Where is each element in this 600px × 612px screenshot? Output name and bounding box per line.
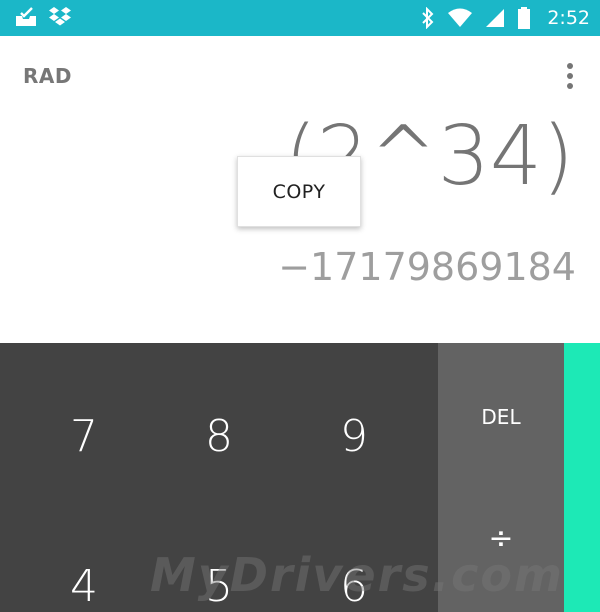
battery-icon — [517, 7, 531, 29]
numpad: 7 8 9 4 5 6 — [0, 343, 438, 612]
digit-6-button[interactable]: 6 — [304, 565, 404, 609]
inbox-check-icon — [14, 6, 38, 28]
divide-button[interactable]: ÷ — [438, 521, 564, 556]
result-display[interactable]: −17179869184 — [278, 248, 576, 286]
digit-4-button[interactable]: 4 — [34, 565, 134, 609]
digit-9-button[interactable]: 9 — [304, 415, 404, 459]
status-time: 2:52 — [547, 7, 590, 29]
overflow-menu-icon[interactable] — [564, 62, 576, 90]
wifi-icon — [447, 8, 473, 28]
delete-button[interactable]: DEL — [438, 405, 564, 429]
digit-5-button[interactable]: 5 — [169, 565, 269, 609]
keypad: 7 8 9 4 5 6 DEL ÷ — [0, 343, 600, 612]
copy-button[interactable]: COPY — [237, 156, 361, 227]
calculator-display: RAD (2^34) −17179869184 COPY — [0, 36, 600, 343]
status-bar: 2:52 — [0, 0, 600, 36]
advanced-panel-handle[interactable] — [564, 343, 600, 612]
bluetooth-icon — [421, 7, 435, 29]
digit-7-button[interactable]: 7 — [34, 415, 134, 459]
angle-mode-label[interactable]: RAD — [23, 64, 72, 88]
digit-8-button[interactable]: 8 — [169, 415, 269, 459]
calculator-screen: 2:52 RAD (2^34) −17179869184 COPY 7 8 9 … — [0, 0, 600, 612]
dropbox-icon — [48, 6, 72, 28]
cell-signal-icon — [485, 8, 505, 28]
operator-column: DEL ÷ — [438, 343, 564, 612]
